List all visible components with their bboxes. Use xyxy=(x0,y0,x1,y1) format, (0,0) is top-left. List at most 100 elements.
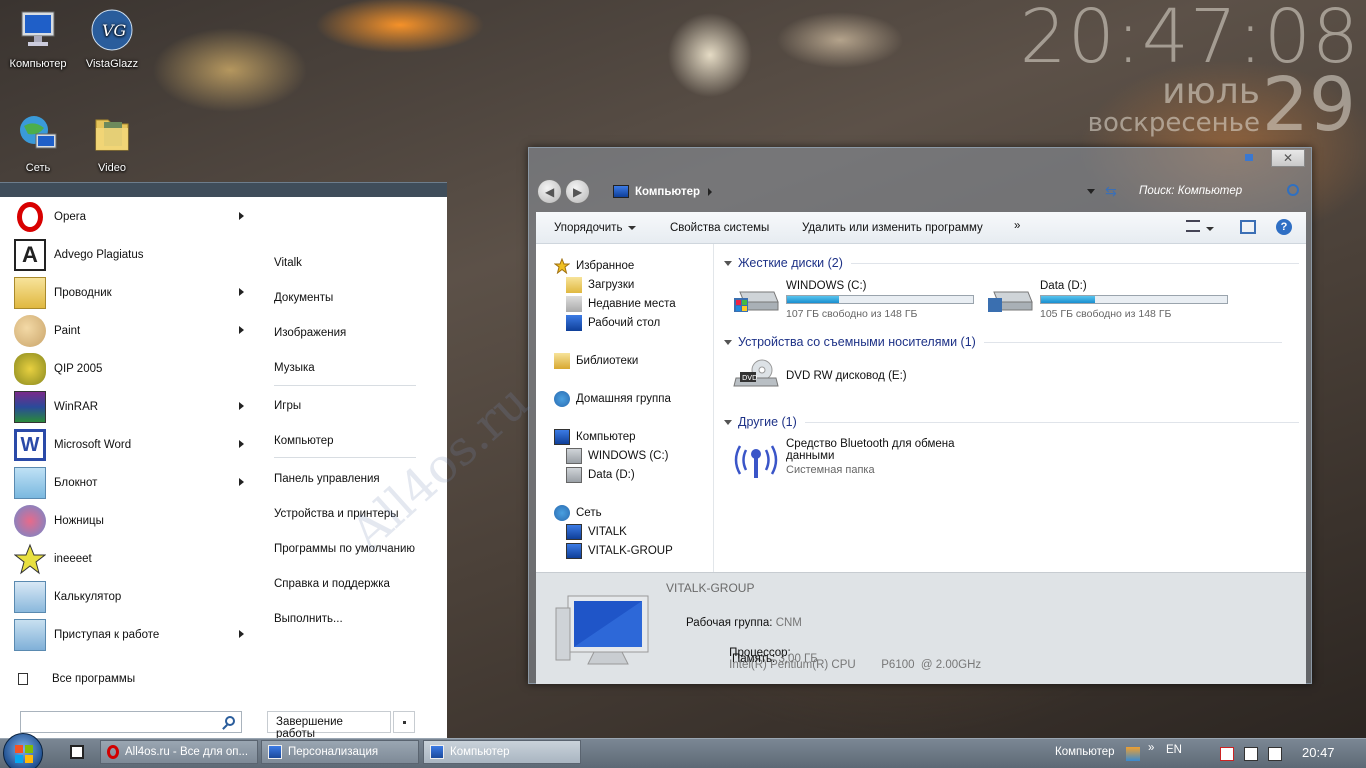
group-header-hdd[interactable]: Жесткие диски (2) xyxy=(724,256,1299,270)
nav-item[interactable]: Компьютер xyxy=(554,429,636,445)
back-button[interactable]: ◀ xyxy=(537,179,562,204)
start-place-item[interactable]: Документы xyxy=(274,292,333,304)
start-program-item[interactable]: W Microsoft Word xyxy=(14,427,254,463)
start-place-item[interactable]: Музыка xyxy=(274,362,315,374)
nav-item[interactable]: Рабочий стол xyxy=(566,315,660,331)
start-place-item[interactable]: Vitalk xyxy=(274,257,302,269)
nav-item-label: Сеть xyxy=(576,507,602,519)
close-button[interactable]: ✕ xyxy=(1271,149,1305,167)
clock-gadget: 20:47:08 июль воскресенье 29 xyxy=(1000,0,1360,148)
start-search-input[interactable] xyxy=(20,711,242,733)
device-icon[interactable] xyxy=(1244,747,1258,761)
start-program-item[interactable]: Блокнот xyxy=(14,465,254,501)
start-place-item[interactable]: Справка и поддержка xyxy=(274,578,390,590)
bluetooth-item[interactable]: Средство Bluetooth для обмена данными Си… xyxy=(732,438,955,482)
start-place-item[interactable]: Выполнить... xyxy=(274,613,343,625)
submenu-arrow-icon xyxy=(239,288,244,296)
start-place-item[interactable]: Компьютер xyxy=(274,435,334,447)
nav-item-label: Избранное xyxy=(576,260,635,272)
view-options-button[interactable] xyxy=(1186,220,1214,235)
drive-c[interactable]: WINDOWS (C:) 107 ГБ свободно из 148 ГБ xyxy=(732,280,974,320)
start-program-item[interactable]: Приступая к работе xyxy=(14,617,254,653)
start-program-item[interactable]: Калькулятор xyxy=(14,579,254,615)
nav-item[interactable]: WINDOWS (C:) xyxy=(566,448,668,464)
drive-d[interactable]: Data (D:) 105 ГБ свободно из 148 ГБ xyxy=(986,280,1228,320)
start-program-item[interactable]: WinRAR xyxy=(14,389,254,425)
refresh-icon[interactable]: ⇆ xyxy=(1105,183,1117,200)
start-place-item[interactable]: Устройства и принтеры xyxy=(274,508,399,520)
clock-day: 29 xyxy=(1261,62,1356,148)
shutdown-button[interactable]: Завершение работы xyxy=(267,711,391,740)
workgroup-value: CNM xyxy=(775,617,802,629)
start-place-item[interactable]: Панель управления xyxy=(274,473,380,485)
uninstall-program-button[interactable]: Удалить или изменить программу xyxy=(802,222,983,234)
start-program-item[interactable]: QIP 2005 xyxy=(14,351,254,387)
pc-icon xyxy=(566,524,582,540)
history-dropdown[interactable] xyxy=(1087,189,1095,194)
minimize-button[interactable] xyxy=(1245,154,1253,161)
start-program-item[interactable]: Ножницы xyxy=(14,503,254,539)
explorer-search-input[interactable]: Поиск: Компьютер xyxy=(1139,185,1299,197)
preview-pane-button[interactable] xyxy=(1240,220,1256,234)
nav-item[interactable]: Сеть xyxy=(554,505,602,521)
start-program-label: QIP 2005 xyxy=(54,363,103,375)
organize-button[interactable]: Упорядочить xyxy=(554,222,637,234)
group-header-other[interactable]: Другие (1) xyxy=(724,415,1299,429)
tray-clock[interactable]: 20:47 xyxy=(1302,745,1335,760)
taskbar-item-computer[interactable]: Компьютер xyxy=(423,740,581,764)
library-icon xyxy=(554,353,570,369)
hard-drive-icon xyxy=(734,291,779,312)
drive-name: Data (D:) xyxy=(1040,280,1087,292)
start-program-item[interactable]: ineeeet xyxy=(13,541,254,577)
bluetooth-type: Системная папка xyxy=(786,464,875,476)
start-program-item[interactable]: Opera xyxy=(14,199,254,235)
shutdown-options-button[interactable] xyxy=(393,711,415,733)
nav-item[interactable]: Недавние места xyxy=(566,296,676,312)
nav-item[interactable]: Избранное xyxy=(553,257,635,275)
drive-free-space: 105 ГБ свободно из 148 ГБ xyxy=(1040,308,1172,320)
back-arrow-icon: ◀ xyxy=(545,185,555,199)
start-program-item[interactable]: Paint xyxy=(14,313,254,349)
more-commands-button[interactable]: » xyxy=(1014,220,1020,232)
collapse-icon xyxy=(724,339,732,345)
start-program-label: WinRAR xyxy=(54,401,99,413)
start-button[interactable] xyxy=(3,733,43,768)
address-bar: ◀ ▶ Компьютер ⇆ Поиск: Компьютер xyxy=(535,176,1305,208)
nav-item[interactable]: Библиотеки xyxy=(554,353,638,369)
nav-item[interactable]: Data (D:) xyxy=(566,467,635,483)
toolbar-chevron[interactable]: » xyxy=(1148,742,1154,754)
start-place-item[interactable]: Программы по умолчанию xyxy=(274,543,415,555)
desktop-icon-video[interactable]: Video xyxy=(74,112,150,174)
breadcrumb[interactable]: Компьютер xyxy=(613,185,713,198)
all-programs-button[interactable]: Все программы xyxy=(14,667,135,691)
qip-icon xyxy=(14,353,46,385)
taskbar-item-personalization[interactable]: Персонализация xyxy=(261,740,419,764)
nav-item[interactable]: VITALK-GROUP xyxy=(566,543,673,559)
language-indicator[interactable]: EN xyxy=(1166,744,1182,756)
start-program-item[interactable]: Проводник xyxy=(14,275,254,311)
computer-name: VITALK-GROUP xyxy=(666,581,755,595)
nav-item[interactable]: VITALK xyxy=(566,524,627,540)
start-place-item[interactable]: Изображения xyxy=(274,327,346,339)
toolbar-overflow-icon[interactable] xyxy=(1126,747,1140,761)
drive-icon xyxy=(566,448,582,464)
action-center-icon[interactable] xyxy=(1220,747,1234,761)
nav-item[interactable]: Загрузки xyxy=(566,277,634,293)
network-tray-icon[interactable] xyxy=(1268,747,1282,761)
start-place-item[interactable]: Игры xyxy=(274,400,301,412)
group-header-removable[interactable]: Устройства со съемными носителями (1) xyxy=(724,335,1282,349)
start-program-item[interactable]: A Advego Plagiatus xyxy=(14,237,254,273)
help-button[interactable]: ? xyxy=(1276,219,1292,235)
toolbar-computer-label[interactable]: Компьютер xyxy=(1055,746,1115,758)
nav-item[interactable]: Домашняя группа xyxy=(554,391,671,407)
desktop-icon-vistaglazz[interactable]: VG VistaGlazz xyxy=(74,8,150,70)
desktop-icon-network[interactable]: Сеть xyxy=(0,112,76,174)
dvd-drive[interactable]: DVD DVD RW дисковод (E:) xyxy=(732,358,907,394)
desktop-icon-computer[interactable]: Компьютер xyxy=(0,8,76,70)
show-desktop-icon[interactable] xyxy=(70,745,84,759)
forward-button[interactable]: ▶ xyxy=(565,179,590,204)
system-properties-button[interactable]: Свойства системы xyxy=(670,222,769,234)
search-icon[interactable] xyxy=(1287,184,1299,196)
network-icon xyxy=(20,116,57,149)
taskbar-item-opera[interactable]: All4os.ru - Все для оп... xyxy=(100,740,258,764)
